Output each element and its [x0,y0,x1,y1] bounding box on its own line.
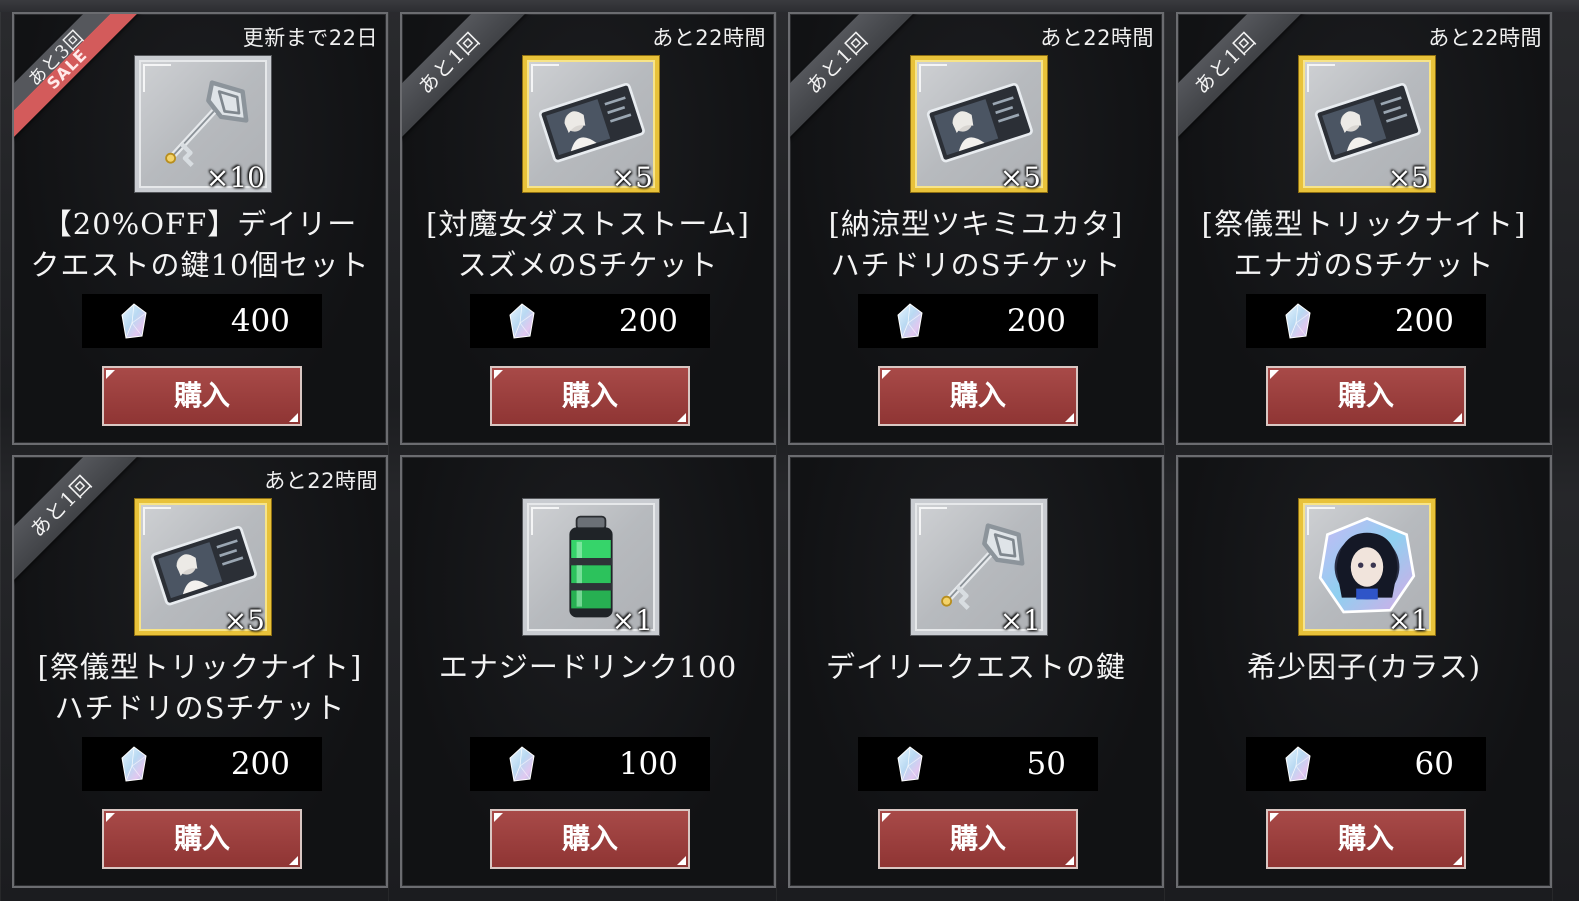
crystal-gem-icon [509,303,535,339]
time-remaining: 更新まで22日 [242,26,378,50]
item-name-line-2: エナガのSチケット [1233,248,1495,282]
item-name-line-2: ハチドリのSチケット [54,691,346,725]
crystal-gem-icon [121,746,147,782]
item-name-line-2: クエストの鍵10個セット [30,248,370,282]
shop-item-card-3: あと1回 あと22時間 ×5 [納涼型ツキミユカタ] ハチドリのSチケット 20… [788,12,1164,445]
item-icon-frame[interactable]: ×5 [1299,56,1435,194]
item-price: 60 [1414,746,1454,782]
item-price: 200 [618,303,678,339]
item-name: [祭儀型トリックナイト] エナガのSチケット [1178,204,1550,286]
purchase-limit-ribbon: あと1回 [1178,14,1306,144]
price-box: 200 [82,737,322,791]
buy-button[interactable]: 購入 [102,366,302,426]
crystal-gem-icon [509,746,535,782]
time-remaining: あと22時間 [1428,26,1542,50]
crystal-gem-icon [897,746,923,782]
item-quantity: ×1 [1387,604,1429,637]
buy-button[interactable]: 購入 [878,366,1078,426]
time-remaining: あと22時間 [652,26,766,50]
price-box: 400 [82,294,322,348]
purchase-limit-label: あと1回 [25,470,97,542]
price-box: 200 [858,294,1098,348]
shop-item-card-8: ×1 希少因子(カラス) 60 購入 [1176,455,1552,888]
buy-button[interactable]: 購入 [102,809,302,869]
item-price: 200 [230,746,290,782]
purchase-limit-ribbon: あと1回 [14,457,142,587]
item-icon-frame[interactable]: ×5 [911,56,1047,194]
purchase-limit-ribbon: あと1回 [790,14,918,144]
shop-item-card-4: あと1回 あと22時間 ×5 [祭儀型トリックナイト] エナガのSチケット 20… [1176,12,1552,445]
item-name-line-2: ハチドリのSチケット [830,248,1122,282]
item-name-line-1: 【20%OFF】デイリー [42,207,358,241]
item-name-line-1: [対魔女ダストストーム] [426,207,750,241]
item-quantity: ×5 [223,604,265,637]
buy-button[interactable]: 購入 [1266,366,1466,426]
buy-button[interactable]: 購入 [1266,809,1466,869]
item-name: 【20%OFF】デイリー クエストの鍵10個セット [14,204,386,286]
shop-screen: SALE あと3回 更新まで22日 ×10 【20%OFF】デイリー クエストの… [0,0,1579,901]
item-icon-frame[interactable]: ×1 [911,499,1047,637]
crystal-gem-icon [121,303,147,339]
item-name-line-1: [祭儀型トリックナイト] [1201,207,1527,241]
item-name: デイリークエストの鍵 [790,647,1162,688]
time-remaining: あと22時間 [1040,26,1154,50]
crystal-gem-icon [1285,746,1311,782]
item-name-line-2: スズメのSチケット [457,248,719,282]
purchase-limit-label: あと1回 [413,27,485,99]
item-name-line-1: [納涼型ツキミユカタ] [828,207,1124,241]
shop-item-card-6: ×1 エナジードリンク100 100 購入 [400,455,776,888]
item-quantity: ×5 [1387,161,1429,194]
item-name: 希少因子(カラス) [1178,647,1550,688]
purchase-limit-label: あと1回 [1189,27,1261,99]
item-name-line-1: 希少因子(カラス) [1246,650,1482,684]
item-price: 50 [1026,746,1066,782]
item-name-line-1: デイリークエストの鍵 [825,650,1126,684]
price-box: 50 [858,737,1098,791]
purchase-limit-ribbon: SALE あと3回 [14,14,142,144]
item-quantity: ×1 [999,604,1041,637]
shop-item-grid: SALE あと3回 更新まで22日 ×10 【20%OFF】デイリー クエストの… [12,12,1552,888]
price-box: 200 [470,294,710,348]
purchase-limit-label: あと1回 [801,27,873,99]
item-price: 200 [1006,303,1066,339]
buy-button[interactable]: 購入 [490,809,690,869]
item-name: [祭儀型トリックナイト] ハチドリのSチケット [14,647,386,729]
shop-item-card-5: あと1回 あと22時間 ×5 [祭儀型トリックナイト] ハチドリのSチケット 2… [12,455,388,888]
item-price: 100 [618,746,678,782]
item-name: エナジードリンク100 [402,647,774,688]
item-price: 400 [230,303,290,339]
item-quantity: ×5 [999,161,1041,194]
previous-row-edge [0,0,1579,12]
crystal-gem-icon [1285,303,1311,339]
price-box: 200 [1246,294,1486,348]
item-quantity: ×5 [611,161,653,194]
item-name: [対魔女ダストストーム] スズメのSチケット [402,204,774,286]
item-icon-frame[interactable]: ×1 [523,499,659,637]
crystal-gem-icon [897,303,923,339]
price-box: 100 [470,737,710,791]
item-icon-frame[interactable]: ×5 [135,499,271,637]
item-name-line-1: エナジードリンク100 [438,650,738,684]
item-name-line-1: [祭儀型トリックナイト] [37,650,363,684]
item-icon-frame[interactable]: ×10 [135,56,271,194]
item-quantity: ×1 [611,604,653,637]
shop-item-card-2: あと1回 あと22時間 ×5 [対魔女ダストストーム] スズメのSチケット 20… [400,12,776,445]
buy-button[interactable]: 購入 [878,809,1078,869]
item-icon-frame[interactable]: ×1 [1299,499,1435,637]
purchase-limit-ribbon: あと1回 [402,14,530,144]
shop-item-card-7: ×1 デイリークエストの鍵 50 購入 [788,455,1164,888]
price-box: 60 [1246,737,1486,791]
item-name: [納涼型ツキミユカタ] ハチドリのSチケット [790,204,1162,286]
shop-item-card-1: SALE あと3回 更新まで22日 ×10 【20%OFF】デイリー クエストの… [12,12,388,445]
item-price: 200 [1394,303,1454,339]
item-quantity: ×10 [205,161,265,194]
buy-button[interactable]: 購入 [490,366,690,426]
time-remaining: あと22時間 [264,469,378,493]
item-icon-frame[interactable]: ×5 [523,56,659,194]
